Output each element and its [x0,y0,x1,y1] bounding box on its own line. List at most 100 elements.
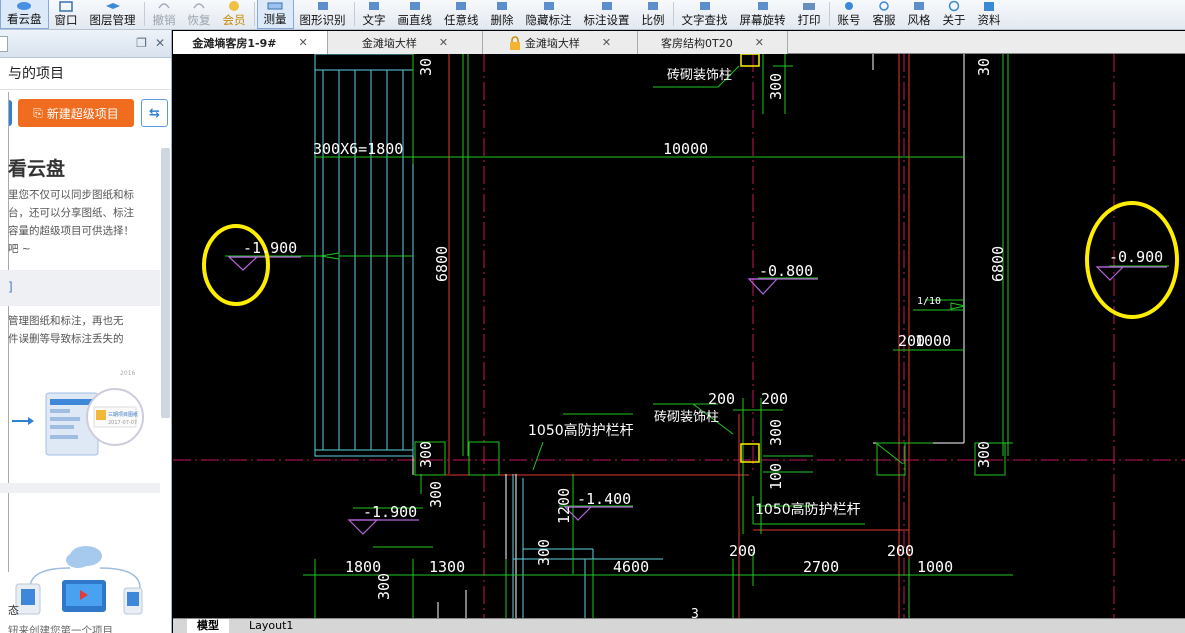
divider-band [0,483,160,493]
toolbar-vip-button[interactable]: 会员 [217,0,252,29]
shape-recognize-icon [314,0,332,12]
toolbar-window-button[interactable]: 窗口 [49,0,84,29]
toolbar-redo-button[interactable]: 恢复 [182,0,217,29]
cloud-card-title: 看云盘 [8,158,66,180]
layout-tabs: 模型 Layout1 [173,618,1185,633]
dim-100: 100 [767,463,785,490]
delete-icon [493,0,511,12]
panel-scrollbar[interactable] [161,148,170,418]
toolbar-docs-button[interactable]: 资料 [972,0,1007,29]
toolbar-rotate-button[interactable]: 屏幕旋转 [734,0,792,29]
close-tab-icon[interactable]: ✕ [602,36,611,49]
sync-icon: ⇆ [149,105,160,121]
dim-3-small: 3 [691,607,699,618]
level-right: -0.900 [1109,248,1163,266]
stair-lines [314,54,663,618]
dim-10000: 10000 [663,140,708,158]
close-icon[interactable]: ✕ [155,36,165,50]
cad-drawing: 300X6=1800 10000 200 1000 200 200 1800 1… [173,54,1185,618]
brick-column-mid [740,443,760,463]
level-marks [227,256,1167,535]
tab-jintan-guestroom[interactable]: 金滩墒客房1-9# ✕ [173,31,328,54]
label-brick-column-mid: 砖砌装饰柱 [654,410,719,425]
toolbar-separator [143,2,145,26]
dim-300-r1: 300 [975,441,993,468]
annotation-desc: 管理图纸和标注，再也无 件误删等导致标注丢失的 [8,315,124,345]
toolbar-delete-button[interactable]: 删除 [485,0,520,29]
close-tab-icon[interactable]: ✕ [439,36,448,49]
new-super-project-button[interactable]: ⎘ 新建超级项目 [18,99,134,127]
tab-layout1[interactable]: Layout1 [239,619,303,633]
axis-lines [173,54,1185,618]
toolbar-separator [672,2,674,26]
toolbar-line-button[interactable]: 画直线 [392,0,439,29]
freeline-icon [452,0,470,12]
toolbar-print-button[interactable]: 打印 [792,0,827,29]
tab-model[interactable]: 模型 [187,619,229,633]
toolbar-layers-button[interactable]: 图层管理 [84,0,142,29]
redo-icon [190,0,208,12]
about-icon [945,0,963,12]
dimension-lines [225,54,1169,618]
tab-guestroom-structure[interactable]: 客房结构0T20 ✕ [638,31,788,54]
thumb-title: 三期项目图纸 [108,411,138,418]
lock-icon [509,35,521,50]
cloud-icon [15,0,33,11]
toolbar-cloud-button[interactable]: 看云盘 [0,0,49,29]
highlights [202,54,1179,463]
level-left: -1.900 [243,239,297,257]
restore-icon[interactable]: ❐ [136,36,147,50]
close-tab-icon[interactable]: ✕ [298,36,307,49]
scale-icon [644,0,662,12]
dim-300-bl: 300 [375,573,393,600]
label-railing-left: 1050高防护栏杆 [528,422,634,439]
rotate-icon [754,0,772,12]
toolbar-undo-button[interactable]: 撤销 [147,0,182,29]
toolbar-hide-annotation-button[interactable]: 隐藏标注 [520,0,578,29]
toolbar-scale-button[interactable]: 比例 [636,0,671,29]
label-railing-right: 1050高防护栏杆 [755,501,861,518]
layers-icon [104,0,122,12]
sync-button[interactable]: ⇆ [141,99,168,127]
toolbar-measure-button[interactable]: 测量 [256,0,294,29]
toolbar-freeline-button[interactable]: 任意线 [438,0,485,29]
toolbar-support-button[interactable]: 客服 [867,0,902,29]
level-bottom-mid: -1.400 [577,490,631,508]
toolbar-separator [253,2,255,26]
print-icon [800,0,818,12]
arrows [320,252,966,310]
panel-collapse-handle[interactable] [0,36,8,52]
cad-canvas[interactable]: 300X6=1800 10000 200 1000 200 200 1800 1… [173,54,1185,618]
toolbar-about-button[interactable]: 关于 [937,0,972,29]
toolbar-account-button[interactable]: 账号 [832,0,867,29]
dim-1000-a: 1000 [915,332,951,350]
close-tab-icon[interactable]: ✕ [755,36,764,49]
toolbar-annotation-settings-button[interactable]: 标注设置 [578,0,636,29]
dim-300-top: 300 [767,73,785,100]
label-brick-column-top: 砖砌装饰柱 [667,68,732,83]
style-icon [910,0,928,12]
annotation-texts: 砖砌装饰柱 砖砌装饰柱 1050高防护栏杆 1050高防护栏杆 [528,68,861,518]
dim-300-b: 300 [535,539,553,566]
toolbar-shape-recognize-button[interactable]: 图形识别 [294,0,352,29]
toolbar-style-button[interactable]: 风格 [902,0,937,29]
new-project-icon: ⎘ [33,105,43,120]
dim-30-right: 30 [975,58,993,76]
tab-jintan-detail-1[interactable]: 金滩垴大样 ✕ [328,31,483,54]
devices-illustration [15,546,143,615]
highlight-circle-left [202,224,270,306]
red-lines [433,54,910,618]
cloud-disk-panel: ❐ ✕ 与的项目 ⎘ 新建超级项目 ⇆ 看云盘 里您不仅可以同步图纸和标 台，还… [0,30,172,633]
dim-1000-b: 1000 [917,558,953,576]
dim-200-e: 200 [887,542,914,560]
dim-200-b: 200 [708,390,735,408]
dim-30-left: 30 [417,58,435,76]
tab-jintan-detail-2[interactable]: 金滩垴大样 ✕ [483,31,638,54]
toolbar-text-button[interactable]: 文字 [357,0,392,29]
dim-200-c: 200 [761,390,788,408]
line-icon [406,0,424,12]
document-tabs: 金滩墒客房1-9# ✕ 金滩垴大样 ✕ 金滩垴大样 ✕ 客房结构0T20 ✕ [173,31,1185,54]
sync-illustration: 三期项目图纸 2017-07-07 2016 [12,370,144,456]
toolbar-text-search-button[interactable]: 文字查找 [676,0,734,29]
dim-300x6: 300X6=1800 [313,140,403,158]
